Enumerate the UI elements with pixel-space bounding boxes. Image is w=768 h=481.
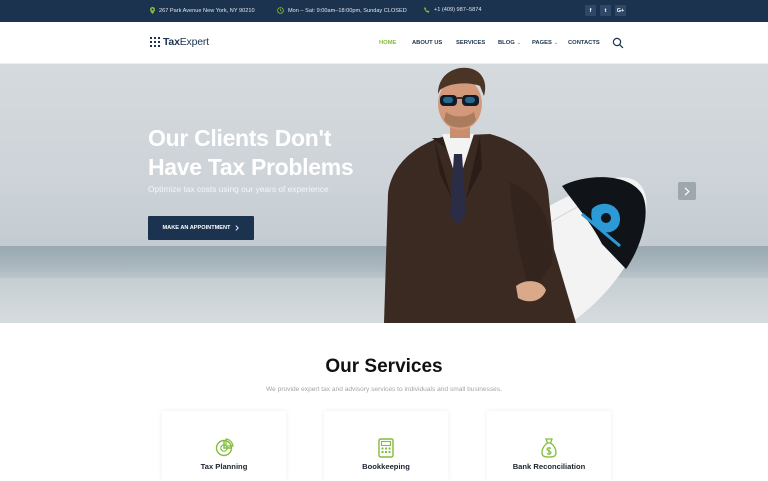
slider-next-button[interactable] — [678, 182, 696, 200]
money-bag-icon — [541, 438, 557, 458]
chevron-right-icon — [684, 186, 690, 196]
nav-blog-label: BLOG — [498, 40, 515, 46]
service-card-bank-reconciliation[interactable]: Bank Reconciliation — [487, 411, 611, 481]
main-header: TaxExpert HOME ABOUT US SERVICES BLOG ⌄ P… — [0, 22, 768, 64]
logo-grid-icon — [150, 37, 160, 47]
logo-text: TaxExpert — [163, 36, 209, 48]
facebook-icon[interactable]: f — [585, 5, 596, 16]
twitter-icon[interactable]: t — [600, 5, 611, 16]
nav-pages[interactable]: PAGES ⌄ — [532, 40, 558, 46]
nav-about-label: ABOUT US — [412, 40, 443, 46]
chevron-right-icon — [235, 225, 240, 231]
chevron-down-icon: ⌄ — [553, 40, 559, 46]
address-text: 267 Park Avenue New York, NY 90210 — [159, 7, 255, 14]
nav-about-us[interactable]: ABOUT US — [412, 40, 442, 46]
make-appointment-label: MAKE AN APPOINTMENT — [162, 225, 231, 231]
hero-man-with-surfboard-image — [384, 67, 647, 323]
make-appointment-button[interactable]: MAKE AN APPOINTMENT — [148, 216, 254, 240]
top-info-bar: 267 Park Avenue New York, NY 90210 Mon –… — [0, 0, 768, 22]
pie-chart-icon — [215, 438, 234, 457]
clock-icon — [277, 7, 284, 14]
calculator-icon — [378, 438, 394, 458]
nav-blog[interactable]: BLOG ⌄ — [498, 40, 521, 46]
phone-icon — [424, 7, 430, 13]
logo[interactable]: TaxExpert — [150, 36, 209, 48]
nav-services[interactable]: SERVICES — [456, 40, 485, 46]
nav-home-label: HOME — [379, 40, 397, 46]
hero-subtitle: Optimize tax costs using our years of ex… — [148, 184, 329, 194]
hero-title-line-2: Have Tax Problems — [148, 154, 354, 180]
google-plus-icon[interactable]: G+ — [615, 5, 626, 16]
logo-light: Expert — [179, 36, 209, 48]
hours-info: Mon – Sat: 9:00am–18:00pm, Sunday CLOSED — [277, 7, 407, 14]
phone-text: +1 (409) 987–5874 — [434, 7, 482, 13]
hours-text: Mon – Sat: 9:00am–18:00pm, Sunday CLOSED — [288, 7, 407, 14]
nav-pages-label: PAGES — [532, 40, 552, 46]
service-card-tax-planning[interactable]: Tax Planning — [162, 411, 286, 481]
service-card-label: Tax Planning — [200, 462, 248, 471]
hero-title: Our Clients Don't Have Tax Problems — [148, 124, 408, 182]
nav-contacts[interactable]: CONTACTS — [568, 40, 600, 46]
service-card-label: Bank Reconciliation — [512, 462, 586, 471]
phone-info: +1 (409) 987–5874 — [424, 7, 481, 13]
search-icon[interactable] — [612, 37, 624, 49]
nav-home[interactable]: HOME — [379, 40, 396, 46]
nav-services-label: SERVICES — [456, 40, 486, 46]
service-card-label: Bookkeeping — [362, 462, 410, 471]
nav-contacts-label: CONTACTS — [568, 40, 600, 46]
location-pin-icon — [150, 7, 155, 14]
hero-title-line-1: Our Clients Don't — [148, 125, 332, 151]
services-subtitle: We provide expert tax and advisory servi… — [266, 386, 502, 393]
service-card-bookkeeping[interactable]: Bookkeeping — [324, 411, 448, 481]
address-info: 267 Park Avenue New York, NY 90210 — [150, 7, 255, 14]
logo-strong: Tax — [163, 36, 180, 48]
chevron-down-icon: ⌄ — [516, 40, 521, 46]
services-title: Our Services — [325, 356, 443, 377]
